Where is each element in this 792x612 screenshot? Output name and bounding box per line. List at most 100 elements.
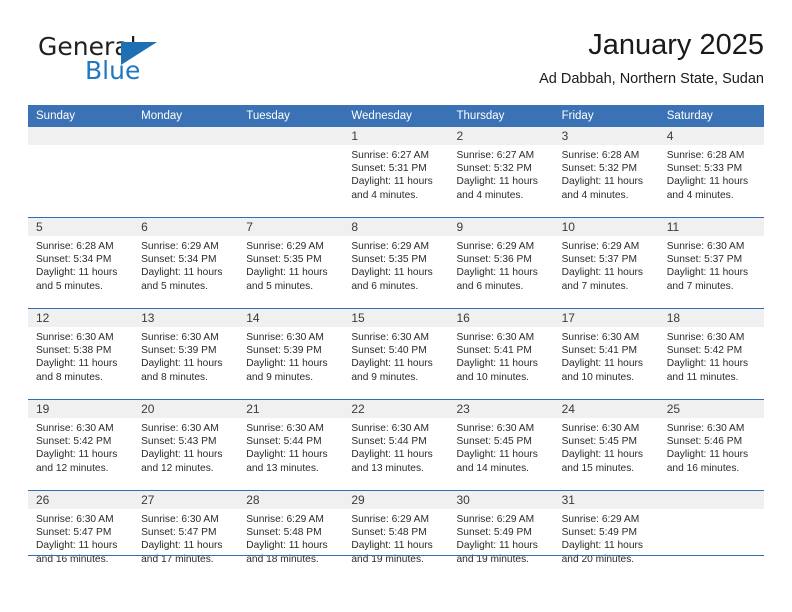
day-number-strip: 31 [553, 491, 659, 509]
day-cell-body: Sunrise: 6:30 AM Sunset: 5:41 PM Daylight:… [449, 327, 554, 384]
daylight-text-line1: Daylight: 11 hours [666, 449, 749, 461]
day-cell[interactable]: 26 Sunrise: 6:30 AM Sunset: 5:47 PM Dayligh… [28, 491, 134, 581]
day-cell[interactable]: 31 Sunrise: 6:29 AM Sunset: 5:49 PM Dayligh… [553, 491, 659, 581]
sunset-text: Sunset: 5:32 PM [561, 163, 637, 175]
daylight-text-line1: Daylight: 11 hours [351, 176, 433, 188]
day-cell[interactable]: 22 Sunrise: 6:30 AM Sunset: 5:44 PM Dayligh… [343, 400, 449, 490]
sunset-text: Sunset: 5:36 PM [456, 254, 532, 266]
weekday-header-row: Sunday Monday Tuesday Wednesday Thursday… [28, 105, 764, 127]
daylight-text-line1: Daylight: 11 hours [666, 358, 749, 370]
day-cell[interactable]: 4 Sunrise: 6:28 AM Sunset: 5:33 PM Daylight… [658, 127, 764, 217]
daylight-text-line1: Daylight: 11 hours [561, 267, 643, 279]
day-cell[interactable]: 19 Sunrise: 6:30 AM Sunset: 5:42 PM Dayligh… [28, 400, 134, 490]
daylight-text-line1: Daylight: 11 hours [561, 358, 643, 370]
page-title: January 2025 [588, 29, 764, 61]
day-cell[interactable]: 9 Sunrise: 6:29 AM Sunset: 5:36 PM Daylight… [448, 218, 554, 308]
day-cell[interactable]: 15 Sunrise: 6:30 AM Sunset: 5:40 PM Dayligh… [343, 309, 449, 399]
weekday-header-sunday: Sunday [36, 110, 76, 122]
day-number-strip [658, 491, 764, 509]
calendar-weeks: 1 Sunrise: 6:27 AM Sunset: 5:31 PM Daylight… [28, 127, 764, 581]
daylight-text-line1: Daylight: 11 hours [561, 540, 643, 552]
day-number: 18 [666, 311, 681, 325]
day-cell-body: Sunrise: 6:30 AM Sunset: 5:39 PM Daylight:… [133, 327, 238, 384]
day-cell[interactable]: 28 Sunrise: 6:29 AM Sunset: 5:48 PM Dayligh… [238, 491, 344, 581]
day-cell[interactable]: 10 Sunrise: 6:29 AM Sunset: 5:37 PM Dayligh… [553, 218, 659, 308]
daylight-text-line2: and 12 minutes. [36, 462, 109, 474]
sunrise-text: Sunrise: 6:29 AM [561, 514, 640, 525]
day-cell[interactable]: 5 Sunrise: 6:28 AM Sunset: 5:34 PM Daylight… [28, 218, 134, 308]
day-cell[interactable]: 3 Sunrise: 6:28 AM Sunset: 5:32 PM Daylight… [553, 127, 659, 217]
day-cell[interactable]: 27 Sunrise: 6:30 AM Sunset: 5:47 PM Dayligh… [133, 491, 239, 581]
day-number-strip [133, 127, 239, 145]
day-cell[interactable]: 7 Sunrise: 6:29 AM Sunset: 5:35 PM Daylight… [238, 218, 344, 308]
day-number: 8 [351, 220, 359, 234]
day-cell-body: Sunrise: 6:30 AM Sunset: 5:45 PM Daylight:… [554, 418, 659, 475]
day-number: 11 [666, 220, 680, 234]
day-cell[interactable]: 30 Sunrise: 6:29 AM Sunset: 5:49 PM Dayligh… [448, 491, 554, 581]
day-cell[interactable]: 8 Sunrise: 6:29 AM Sunset: 5:35 PM Daylight… [343, 218, 449, 308]
sunrise-text: Sunrise: 6:30 AM [36, 423, 114, 434]
daylight-text-line1: Daylight: 11 hours [141, 449, 223, 461]
weekday-header-tuesday: Tuesday [246, 110, 290, 122]
day-cell[interactable]: 6 Sunrise: 6:29 AM Sunset: 5:34 PM Daylight… [133, 218, 239, 308]
day-cell[interactable]: 12 Sunrise: 6:30 AM Sunset: 5:38 PM Dayligh… [28, 309, 134, 399]
day-cell[interactable]: 11 Sunrise: 6:30 AM Sunset: 5:37 PM Dayligh… [658, 218, 764, 308]
daylight-text-line2: and 5 minutes. [246, 280, 314, 292]
day-cell[interactable]: 21 Sunrise: 6:30 AM Sunset: 5:44 PM Dayligh… [238, 400, 344, 490]
day-number: 29 [351, 493, 365, 507]
day-number: 22 [351, 402, 365, 416]
weekday-header-monday: Monday [141, 110, 183, 122]
daylight-text-line2: and 8 minutes. [36, 371, 103, 383]
day-cell[interactable]: 23 Sunrise: 6:30 AM Sunset: 5:45 PM Dayligh… [448, 400, 554, 490]
day-cell[interactable]: 20 Sunrise: 6:30 AM Sunset: 5:43 PM Dayligh… [133, 400, 239, 490]
day-cell[interactable]: 1 Sunrise: 6:27 AM Sunset: 5:31 PM Daylight… [343, 127, 449, 217]
day-cell[interactable]: 14 Sunrise: 6:30 AM Sunset: 5:39 PM Dayligh… [238, 309, 344, 399]
sunset-text: Sunset: 5:45 PM [456, 436, 532, 448]
day-cell-body: Sunrise: 6:30 AM Sunset: 5:45 PM Daylight:… [449, 418, 554, 475]
day-cell[interactable]: 16 Sunrise: 6:30 AM Sunset: 5:41 PM Dayligh… [448, 309, 554, 399]
daylight-text-line1: Daylight: 11 hours [561, 176, 643, 188]
day-number-strip: 4 [658, 127, 764, 145]
day-cell-body: Sunrise: 6:30 AM Sunset: 5:43 PM Daylight:… [133, 418, 238, 475]
sunset-text: Sunset: 5:45 PM [561, 436, 637, 448]
day-cell-body: Sunrise: 6:30 AM Sunset: 5:44 PM Daylight:… [238, 418, 343, 475]
day-number: 4 [666, 129, 674, 143]
day-cell[interactable]: 17 Sunrise: 6:30 AM Sunset: 5:41 PM Dayligh… [553, 309, 659, 399]
day-cell-body: Sunrise: 6:30 AM Sunset: 5:44 PM Daylight:… [343, 418, 448, 475]
day-cell[interactable]: 25 Sunrise: 6:30 AM Sunset: 5:46 PM Dayligh… [658, 400, 764, 490]
day-cell[interactable]: 24 Sunrise: 6:30 AM Sunset: 5:45 PM Dayligh… [553, 400, 659, 490]
day-number-strip: 5 [28, 218, 134, 236]
general-blue-logo[interactable]: General Blue [28, 32, 248, 92]
day-cell[interactable]: 29 Sunrise: 6:29 AM Sunset: 5:48 PM Dayligh… [343, 491, 449, 581]
day-cell-body: Sunrise: 6:30 AM Sunset: 5:40 PM Daylight:… [343, 327, 448, 384]
sunset-text: Sunset: 5:35 PM [351, 254, 427, 266]
weekday-header-saturday: Saturday [666, 110, 713, 122]
sunrise-text: Sunrise: 6:29 AM [351, 514, 429, 525]
daylight-text-line2: and 14 minutes. [456, 462, 530, 474]
sunset-text: Sunset: 5:44 PM [246, 436, 322, 448]
day-cell[interactable]: 13 Sunrise: 6:30 AM Sunset: 5:39 PM Dayligh… [133, 309, 239, 399]
day-number-strip: 9 [448, 218, 554, 236]
sunset-text: Sunset: 5:48 PM [246, 527, 322, 539]
sunrise-text: Sunrise: 6:28 AM [36, 241, 114, 252]
daylight-text-line2: and 4 minutes. [666, 189, 734, 201]
sunset-text: Sunset: 5:37 PM [561, 254, 637, 266]
day-cell-body: Sunrise: 6:29 AM Sunset: 5:48 PM Daylight:… [238, 509, 343, 566]
sunset-text: Sunset: 5:41 PM [456, 345, 532, 357]
day-number-strip: 13 [133, 309, 239, 327]
day-number: 20 [141, 402, 155, 416]
weekday-header-wednesday: Wednesday [351, 110, 412, 122]
weekday-header-thursday: Thursday [456, 110, 505, 122]
day-cell-body: Sunrise: 6:30 AM Sunset: 5:47 PM Daylight:… [133, 509, 238, 566]
daylight-text-line1: Daylight: 11 hours [246, 449, 328, 461]
day-number: 1 [351, 129, 359, 143]
day-cell-body: Sunrise: 6:29 AM Sunset: 5:37 PM Daylight:… [554, 236, 659, 293]
day-number-strip: 14 [238, 309, 344, 327]
day-cell[interactable]: 18 Sunrise: 6:30 AM Sunset: 5:42 PM Dayligh… [658, 309, 764, 399]
day-cell[interactable]: 2 Sunrise: 6:27 AM Sunset: 5:32 PM Daylight… [448, 127, 554, 217]
title-block: January 2025 Ad Dabbah, Northern State, … [539, 28, 764, 88]
sunset-text: Sunset: 5:46 PM [666, 436, 743, 448]
daylight-text-line2: and 10 minutes. [561, 371, 635, 383]
sunrise-text: Sunrise: 6:29 AM [246, 241, 324, 252]
daylight-text-line2: and 9 minutes. [246, 371, 314, 383]
